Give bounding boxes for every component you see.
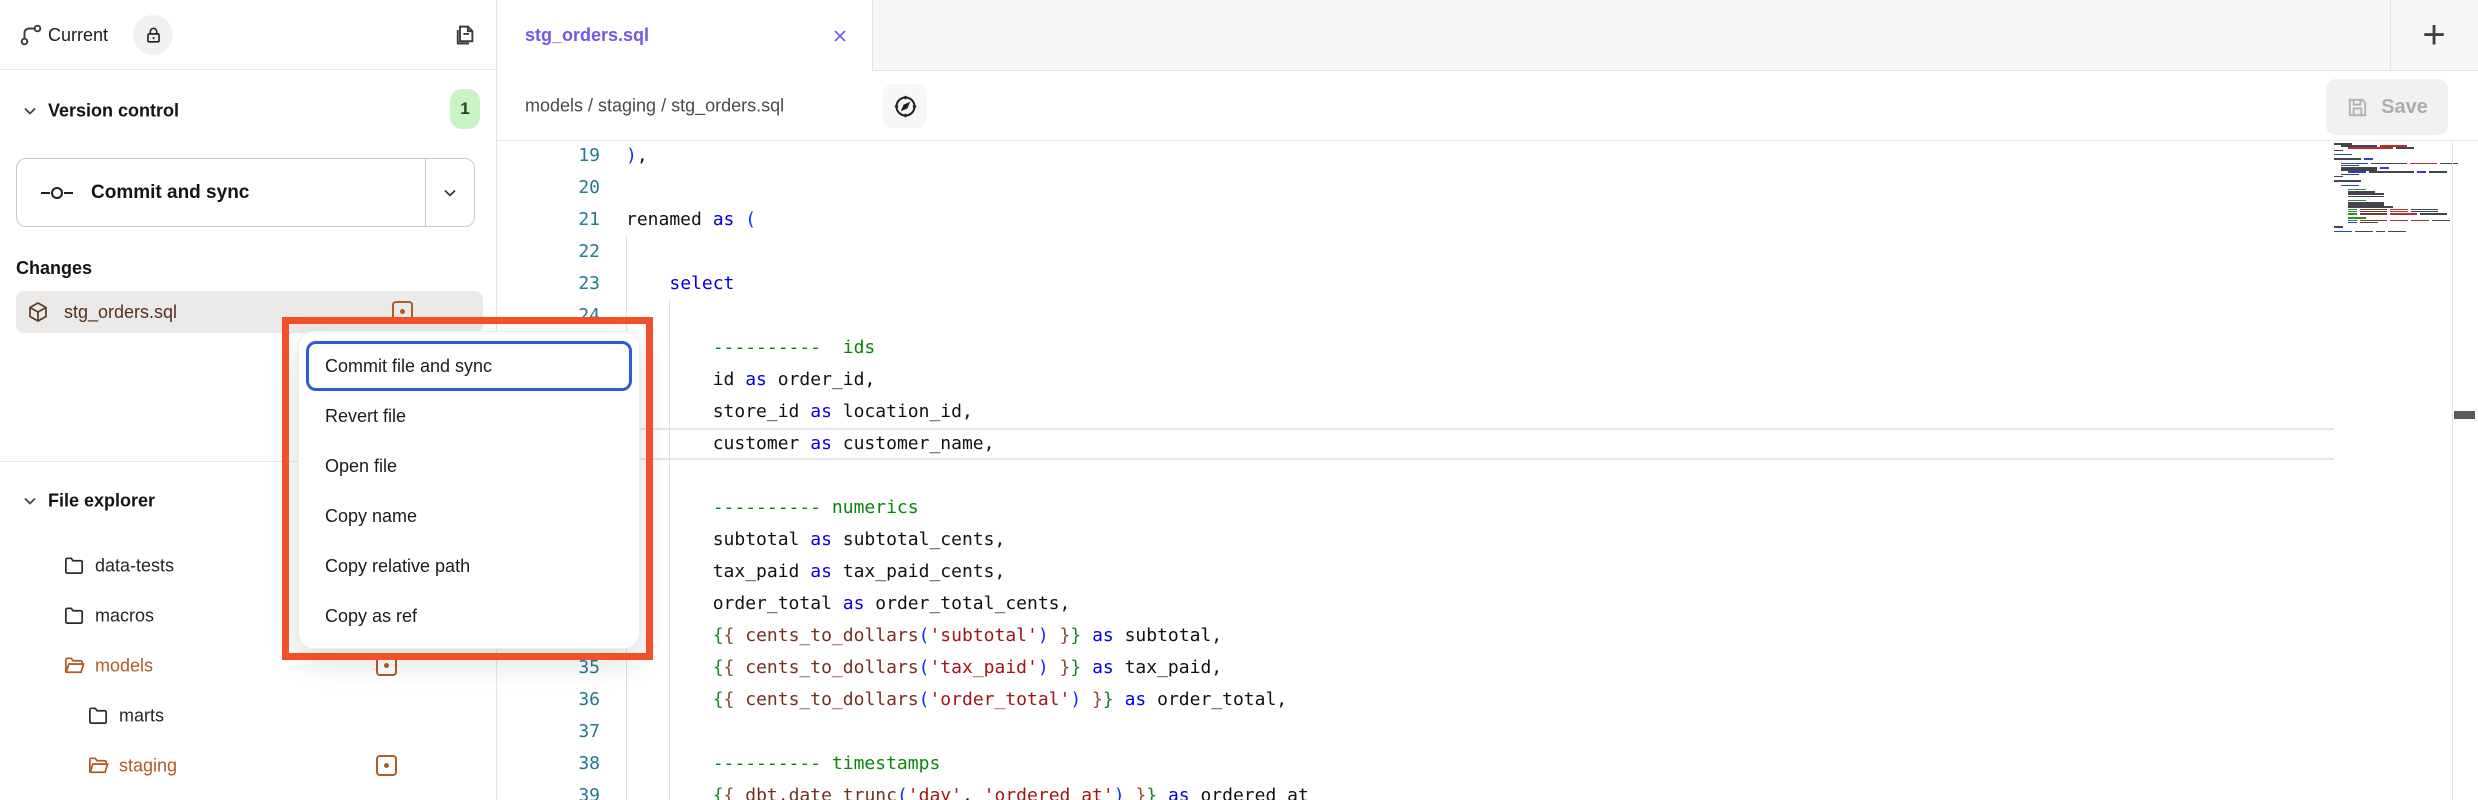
folder-closed-icon [87, 704, 110, 727]
tabbar-separator [2390, 0, 2391, 70]
line-number: 24 [540, 300, 600, 332]
code-content: ), renamed as ( select ---------- ids id … [626, 141, 1309, 800]
lock-icon [144, 26, 163, 45]
overview-ruler-divider [2452, 141, 2453, 800]
code-line-33: order_total as order_total_cents, [626, 588, 1309, 620]
code-line-38: ---------- timestamps [626, 748, 1309, 780]
menu-item-commit-file-and-sync[interactable]: Commit file and sync [306, 341, 632, 391]
tree-item-label: marts [119, 706, 164, 727]
folder-closed-icon [63, 554, 86, 577]
chevron-down-icon [20, 491, 40, 511]
read-only-badge [133, 15, 173, 55]
tab-bar: stg_orders.sql + [497, 0, 2478, 71]
code-line-20 [626, 172, 1309, 204]
line-number: 20 [540, 172, 600, 204]
code-line-35: {{ cents_to_dollars('tax_paid') }} as ta… [626, 652, 1309, 684]
code-line-25: ---------- ids [626, 332, 1309, 364]
file-context-menu: Commit file and syncRevert fileOpen file… [298, 331, 640, 649]
code-line-32: tax_paid as tax_paid_cents, [626, 556, 1309, 588]
tree-item-marts[interactable]: marts [0, 691, 496, 741]
tree-item-label: macros [95, 606, 154, 627]
line-number: 19 [540, 141, 600, 172]
code-line-22 [626, 236, 1309, 268]
modified-indicator-badge [376, 755, 397, 776]
minimap-row [2334, 233, 2450, 235]
tree-item-label: models [95, 656, 153, 677]
menu-item-revert-file[interactable]: Revert file [306, 391, 632, 441]
code-line-39: {{ dbt.date_trunc('day', 'ordered_at') }… [626, 780, 1309, 800]
menu-item-open-file[interactable]: Open file [306, 441, 632, 491]
close-icon[interactable] [830, 26, 850, 46]
branch-name: Current [48, 0, 108, 70]
menu-item-copy-name[interactable]: Copy name [306, 491, 632, 541]
code-line-28: customer as customer_name, [626, 428, 1309, 460]
line-number: 22 [540, 236, 600, 268]
line-number: 21 [540, 204, 600, 236]
line-number: 36 [540, 684, 600, 716]
changed-file-name: stg_orders.sql [64, 302, 177, 323]
line-number: 23 [540, 268, 600, 300]
folder-open-icon [87, 754, 110, 777]
branch-header: Current [0, 0, 496, 70]
code-line-30: ---------- numerics [626, 492, 1309, 524]
changes-count-badge: 1 [450, 89, 480, 129]
save-button-label: Save [2381, 96, 2428, 119]
git-commit-icon [39, 181, 75, 205]
code-line-29 [626, 460, 1309, 492]
code-line-21: renamed as ( [626, 204, 1309, 236]
commit-options-dropdown[interactable] [425, 159, 474, 226]
breadcrumb: models / staging / stg_orders.sql [525, 95, 784, 116]
main-panel: stg_orders.sql + models / staging / stg_… [497, 0, 2478, 800]
changes-heading: Changes [16, 258, 92, 279]
commit-and-sync-button[interactable]: Commit and sync [17, 159, 425, 226]
git-branch-icon [18, 22, 44, 48]
overview-ruler-cursor-marker [2454, 411, 2475, 419]
code-line-31: subtotal as subtotal_cents, [626, 524, 1309, 556]
new-tab-button[interactable]: + [2403, 0, 2465, 70]
code-line-19: ), [626, 141, 1309, 172]
tab-label: stg_orders.sql [525, 25, 649, 46]
copy-files-icon[interactable] [451, 21, 478, 48]
menu-item-copy-relative-path[interactable]: Copy relative path [306, 541, 632, 591]
tree-item-staging[interactable]: staging [0, 741, 496, 791]
explore-lineage-button[interactable] [883, 84, 927, 128]
save-button[interactable]: Save [2326, 79, 2448, 135]
code-line-27: store_id as location_id, [626, 396, 1309, 428]
commit-button-label: Commit and sync [91, 182, 249, 204]
line-number: 39 [540, 780, 600, 800]
minimap[interactable] [2334, 143, 2450, 239]
code-line-24 [626, 300, 1309, 332]
tab-stg-orders[interactable]: stg_orders.sql [497, 0, 873, 71]
version-control-section-header[interactable]: Version control 1 [0, 88, 496, 134]
modified-indicator-badge [392, 301, 413, 322]
compass-icon [892, 93, 919, 120]
code-line-23: select [626, 268, 1309, 300]
code-line-36: {{ cents_to_dollars('order_total') }} as… [626, 684, 1309, 716]
tree-item-label: staging [119, 756, 177, 777]
tree-item-label: data-tests [95, 556, 174, 577]
dbt-ide-window: Current Version control 1 [0, 0, 2478, 800]
section-title: File explorer [48, 491, 155, 512]
folder-closed-icon [63, 604, 86, 627]
chevron-down-icon [440, 183, 460, 203]
file-header-bar: models / staging / stg_orders.sql Save [497, 71, 2478, 141]
menu-item-copy-as-ref[interactable]: Copy as ref [306, 591, 632, 641]
code-editor[interactable]: 1920212223242526272829303132333435363738… [497, 141, 2478, 800]
code-line-37 [626, 716, 1309, 748]
line-number: 37 [540, 716, 600, 748]
section-title: Version control [48, 101, 179, 122]
modified-indicator-badge [376, 655, 397, 676]
line-number: 38 [540, 748, 600, 780]
line-number: 35 [540, 652, 600, 684]
chevron-down-icon [20, 101, 40, 121]
model-cube-icon [26, 300, 50, 324]
save-icon [2346, 96, 2369, 119]
code-line-26: id as order_id, [626, 364, 1309, 396]
changed-file-row[interactable]: stg_orders.sql [16, 291, 483, 333]
code-line-34: {{ cents_to_dollars('subtotal') }} as su… [626, 620, 1309, 652]
folder-open-icon [63, 654, 86, 677]
commit-and-sync-split-button: Commit and sync [16, 158, 475, 227]
